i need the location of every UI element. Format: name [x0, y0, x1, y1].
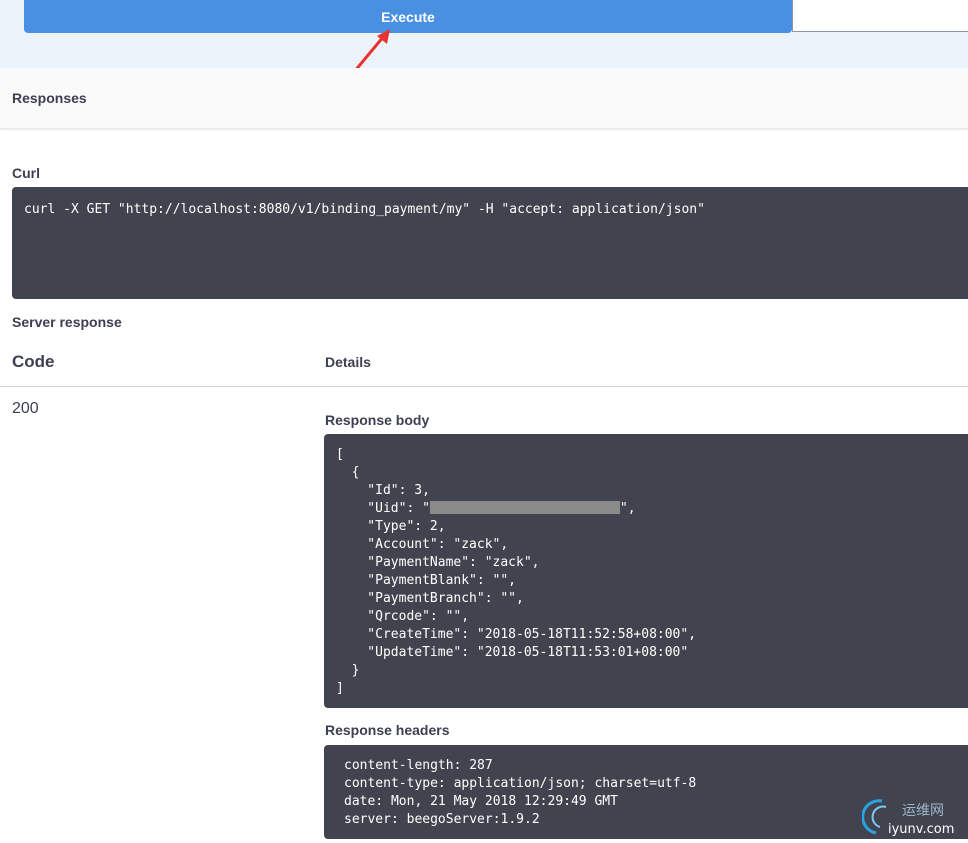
clear-button[interactable] [792, 0, 968, 32]
responses-header: Responses [0, 68, 968, 129]
header-line: content-type: application/json; charset=… [344, 776, 697, 791]
server-response-label: Server response [12, 314, 122, 330]
json-line: "Uid": " ", [336, 500, 956, 518]
json-line: "Type": 2, [336, 519, 446, 534]
curl-label: Curl [12, 165, 40, 181]
json-line: ] [336, 681, 344, 696]
response-headers-label: Response headers [325, 722, 450, 738]
json-line: "UpdateTime": "2018-05-18T11:53:01+08:00… [336, 645, 689, 660]
json-line: "Account": "zack", [336, 537, 509, 552]
code-column-header: Code [12, 352, 55, 371]
json-line: { [336, 465, 360, 480]
response-body-block[interactable]: [ { "Id": 3, "Uid": " ", "Type": 2, "Acco… [324, 434, 968, 708]
json-line: "PaymentName": "zack", [336, 555, 540, 570]
curl-command-block[interactable]: curl -X GET "http://localhost:8080/v1/bi… [12, 187, 968, 299]
status-code: 200 [12, 400, 39, 417]
header-line: server: beegoServer:1.9.2 [344, 812, 540, 827]
json-line: "PaymentBranch": "", [336, 591, 524, 606]
uid-suffix: ", [619, 501, 636, 516]
json-line: "Id": 3, [336, 483, 430, 498]
watermark-logo: 运维网 iyunv.com [862, 799, 954, 837]
response-body-label: Response body [325, 412, 430, 428]
json-line: } [336, 663, 360, 678]
json-line: "PaymentBlank": "", [336, 573, 517, 588]
header-line: content-length: 287 [344, 758, 493, 773]
details-column-header: Details [325, 354, 371, 370]
responses-title: Responses [12, 90, 87, 106]
table-divider [0, 386, 968, 387]
annotation-arrow-icon [352, 29, 390, 74]
header-line: date: Mon, 21 May 2018 12:29:49 GMT [344, 794, 618, 809]
curl-command: curl -X GET "http://localhost:8080/v1/bi… [24, 202, 705, 217]
watermark-url: iyunv.com [888, 822, 954, 837]
redacted-uid [429, 501, 620, 514]
execute-button[interactable]: Execute [24, 0, 792, 33]
json-line: "Qrcode": "", [336, 609, 470, 624]
watermark-cn: 运维网 [902, 803, 944, 819]
uid-key: "Uid": " [336, 501, 430, 516]
json-line: [ [336, 447, 344, 462]
json-line: "CreateTime": "2018-05-18T11:52:58+08:00… [336, 627, 697, 642]
